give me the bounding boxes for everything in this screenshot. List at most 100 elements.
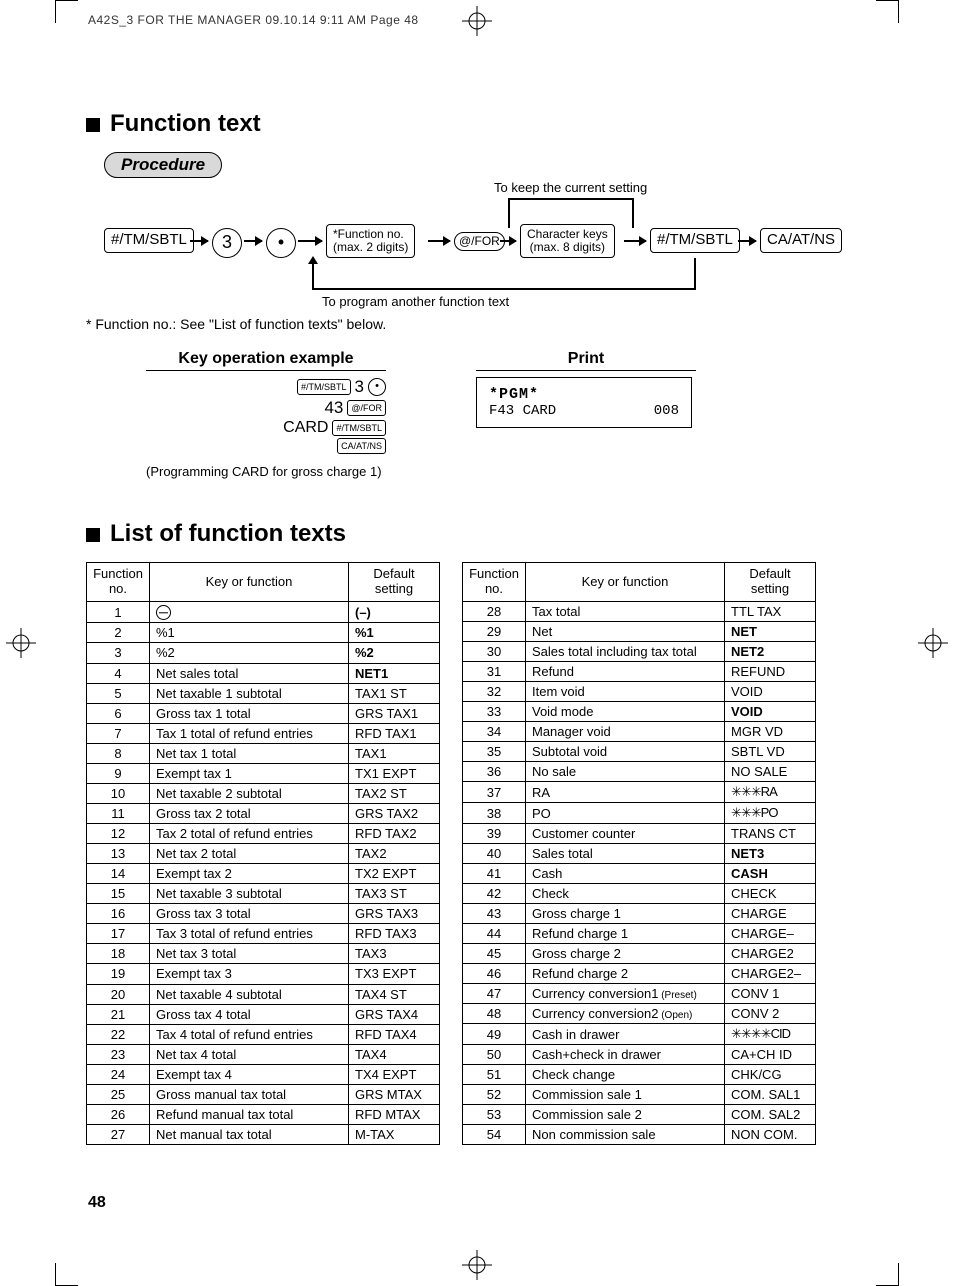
- cell-funcno: 12: [87, 824, 150, 844]
- page-number: 48: [88, 1194, 106, 1212]
- table-row: 31RefundREFUND: [463, 662, 816, 682]
- table-row: 42CheckCHECK: [463, 884, 816, 904]
- cell-default: RFD TAX1: [349, 723, 440, 743]
- cell-key: Refund charge 2: [526, 964, 725, 984]
- table-row: 44Refund charge 1CHARGE–: [463, 924, 816, 944]
- function-table-left: Function no. Key or function Default set…: [86, 562, 440, 1145]
- table-row: 8Net tax 1 totalTAX1: [87, 743, 440, 763]
- registration-mark-icon: [462, 6, 492, 36]
- cell-key: Gross tax 1 total: [150, 703, 349, 723]
- cell-funcno: 36: [463, 762, 526, 782]
- cell-default: GRS TAX3: [349, 904, 440, 924]
- cell-default: TAX4 ST: [349, 984, 440, 1004]
- flow-key-tmsbtl-2: #/TM/SBTL: [650, 228, 740, 253]
- cell-funcno: 49: [463, 1024, 526, 1045]
- cell-default: SBTL VD: [725, 742, 816, 762]
- bullet-square-icon: [86, 118, 100, 132]
- cell-funcno: 7: [87, 723, 150, 743]
- cell-funcno: 39: [463, 824, 526, 844]
- cell-key: Tax 2 total of refund entries: [150, 824, 349, 844]
- cell-key: Refund charge 1: [526, 924, 725, 944]
- cell-key: Tax 4 total of refund entries: [150, 1024, 349, 1044]
- cell-default: COM. SAL1: [725, 1085, 816, 1105]
- cell-funcno: 16: [87, 904, 150, 924]
- table-row: 32Item voidVOID: [463, 682, 816, 702]
- key-num: 43: [324, 398, 343, 418]
- cell-funcno: 18: [87, 944, 150, 964]
- table-row: 33Void modeVOID: [463, 702, 816, 722]
- table-row: 17Tax 3 total of refund entriesRFD TAX3: [87, 924, 440, 944]
- cell-default: GRS MTAX: [349, 1084, 440, 1104]
- print-heading: Print: [476, 350, 696, 371]
- table-row: 24Exempt tax 4TX4 EXPT: [87, 1064, 440, 1084]
- function-table-right: Function no. Key or function Default set…: [462, 562, 816, 1145]
- table-row: 22Tax 4 total of refund entriesRFD TAX4: [87, 1024, 440, 1044]
- cell-key: Cash+check in drawer: [526, 1045, 725, 1065]
- flow-key-tmsbtl: #/TM/SBTL: [104, 228, 194, 253]
- cell-key: Net: [526, 622, 725, 642]
- cell-funcno: 26: [87, 1104, 150, 1124]
- cell-default: (–): [349, 602, 440, 623]
- cell-key: RA: [526, 782, 725, 803]
- cell-key: No sale: [526, 762, 725, 782]
- cell-funcno: 11: [87, 803, 150, 823]
- cell-default: TAX1 ST: [349, 683, 440, 703]
- cell-default: CHARGE2: [725, 944, 816, 964]
- crop-mark: [55, 0, 78, 23]
- table-row: 14Exempt tax 2TX2 EXPT: [87, 864, 440, 884]
- cell-key: Tax 1 total of refund entries: [150, 723, 349, 743]
- cell-key: Net manual tax total: [150, 1124, 349, 1144]
- th-funcno: Function no.: [463, 563, 526, 602]
- table-row: 12Tax 2 total of refund entriesRFD TAX2: [87, 824, 440, 844]
- cell-funcno: 31: [463, 662, 526, 682]
- cell-default: GRS TAX4: [349, 1004, 440, 1024]
- cell-default: %1: [349, 623, 440, 643]
- table-row: 4Net sales totalNET1: [87, 663, 440, 683]
- cell-key: PO: [526, 803, 725, 824]
- cell-key: Non commission sale: [526, 1125, 725, 1145]
- table-row: 15Net taxable 3 subtotalTAX3 ST: [87, 884, 440, 904]
- cell-funcno: 48: [463, 1004, 526, 1024]
- cell-funcno: 46: [463, 964, 526, 984]
- cell-key: Exempt tax 3: [150, 964, 349, 984]
- cell-funcno: 9: [87, 763, 150, 783]
- section-title: List of function texts: [86, 520, 866, 548]
- cell-default: M-TAX: [349, 1124, 440, 1144]
- cell-key: Exempt tax 4: [150, 1064, 349, 1084]
- cell-key: Gross charge 2: [526, 944, 725, 964]
- cell-default: CA+CH ID: [725, 1045, 816, 1065]
- crop-mark: [55, 1263, 78, 1286]
- table-row: 53Commission sale 2COM. SAL2: [463, 1105, 816, 1125]
- table-row: 39Customer counterTRANS CT: [463, 824, 816, 844]
- cell-default: TAX3: [349, 944, 440, 964]
- cell-default: NON COM.: [725, 1125, 816, 1145]
- cell-key: Refund: [526, 662, 725, 682]
- cell-key: Net taxable 1 subtotal: [150, 683, 349, 703]
- flow-label-another: To program another function text: [322, 294, 509, 309]
- th-funcno: Function no.: [87, 563, 150, 602]
- cell-funcno: 29: [463, 622, 526, 642]
- th-key: Key or function: [526, 563, 725, 602]
- cell-key: Sales total including tax total: [526, 642, 725, 662]
- table-row: 25Gross manual tax totalGRS MTAX: [87, 1084, 440, 1104]
- cell-funcno: 22: [87, 1024, 150, 1044]
- cell-funcno: 10: [87, 783, 150, 803]
- table-row: 6Gross tax 1 totalGRS TAX1: [87, 703, 440, 723]
- cell-key: Commission sale 2: [526, 1105, 725, 1125]
- cell-default: ✳✳✳PO: [725, 803, 816, 824]
- th-default: Default setting: [349, 563, 440, 602]
- flow-label-keep: To keep the current setting: [494, 180, 647, 195]
- cell-funcno: 20: [87, 984, 150, 1004]
- cell-funcno: 13: [87, 844, 150, 864]
- cell-funcno: 30: [463, 642, 526, 662]
- cell-default: CHECK: [725, 884, 816, 904]
- table-row: 48Currency conversion2 (Open)CONV 2: [463, 1004, 816, 1024]
- table-row: 34Manager voidMGR VD: [463, 722, 816, 742]
- cell-key: Net tax 1 total: [150, 743, 349, 763]
- key-text: CARD: [283, 419, 328, 437]
- cell-default: RFD TAX4: [349, 1024, 440, 1044]
- table-row: 7Tax 1 total of refund entriesRFD TAX1: [87, 723, 440, 743]
- registration-mark-icon: [918, 628, 948, 658]
- table-row: 47Currency conversion1 (Preset)CONV 1: [463, 984, 816, 1004]
- procedure-pill: Procedure: [104, 152, 222, 178]
